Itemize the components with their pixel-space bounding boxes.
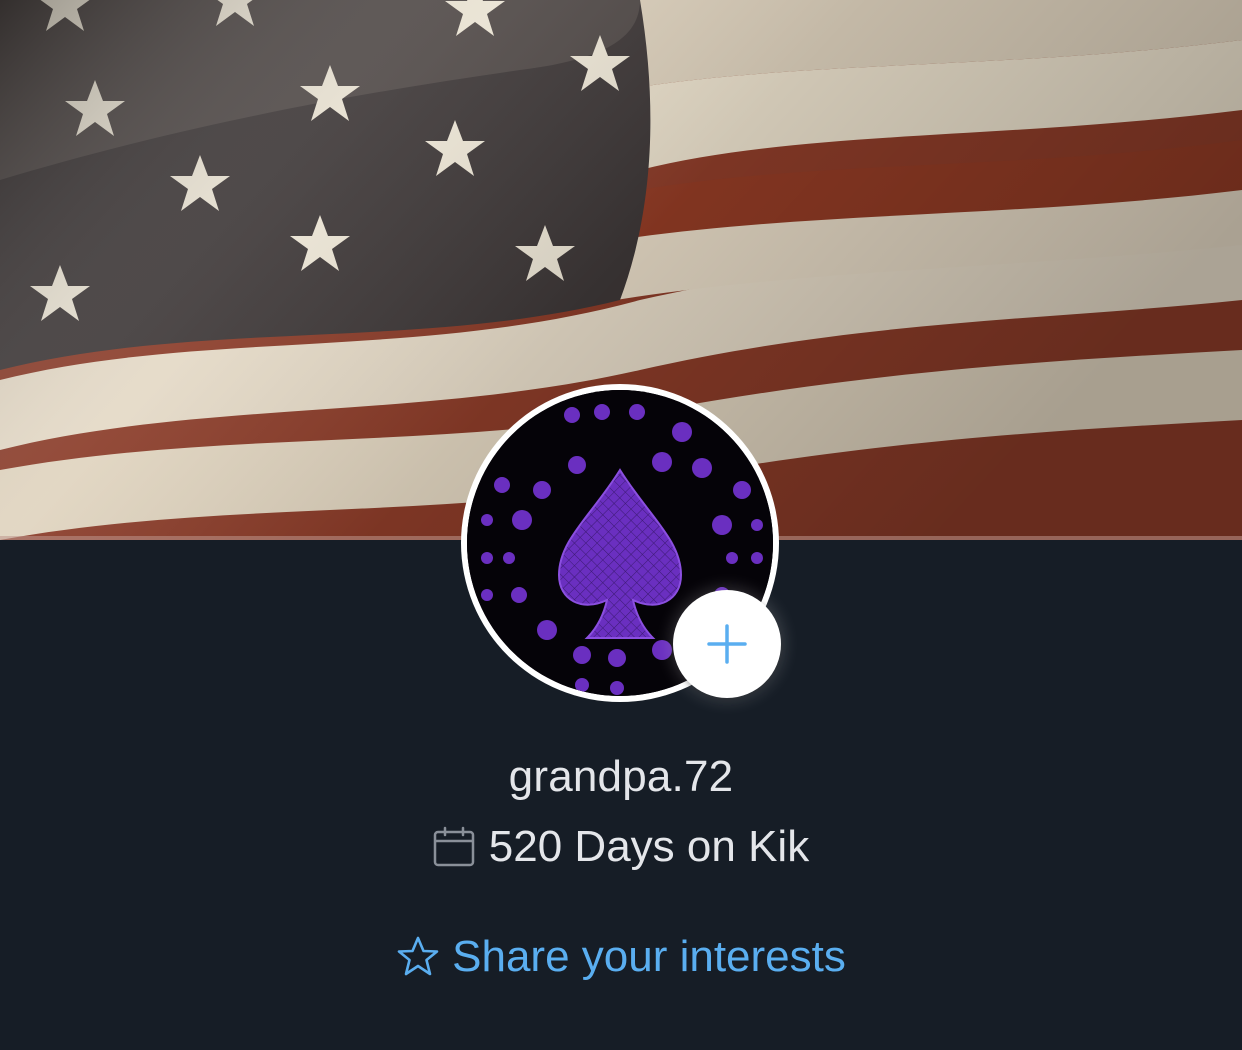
plus-icon: [707, 624, 747, 664]
username: grandpa.72: [508, 752, 734, 801]
calendar-icon: [433, 826, 475, 868]
days-on-kik-label: 520 Days on Kik: [488, 822, 810, 871]
star-icon: [396, 935, 440, 979]
share-interests-label[interactable]: Share your interests: [452, 932, 846, 982]
add-photo-button[interactable]: [673, 590, 781, 698]
share-interests-link[interactable]: Share your interests: [0, 932, 1242, 982]
days-on-kik: 520 Days on Kik: [0, 822, 1242, 872]
